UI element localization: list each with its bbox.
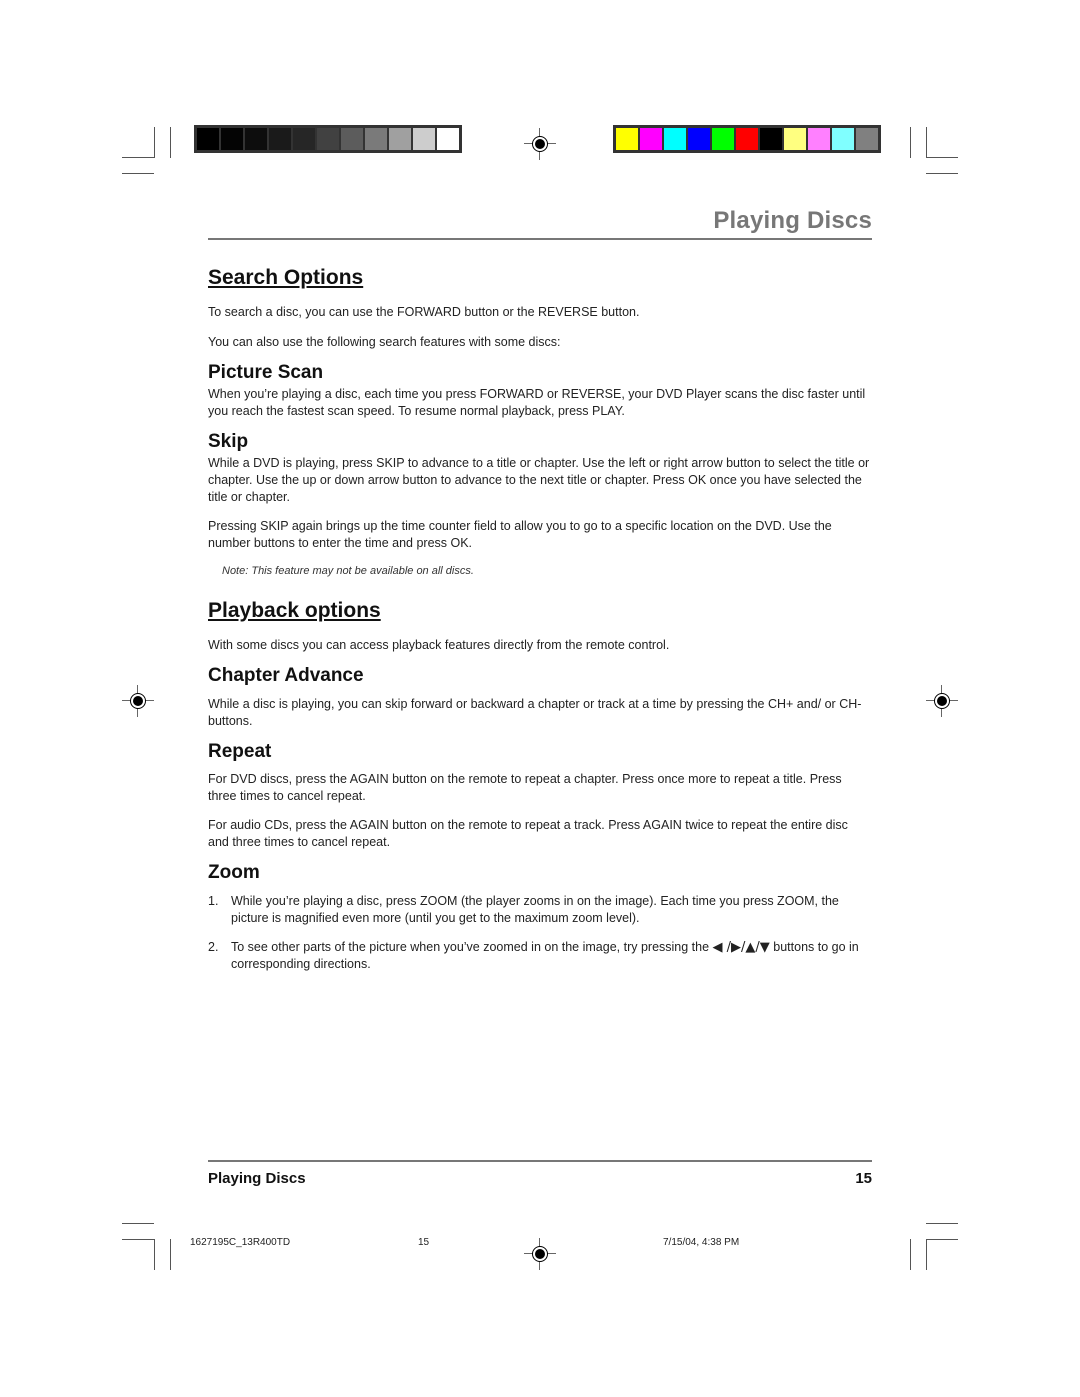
color-swatch [221, 128, 243, 150]
registration-mark-icon [524, 128, 556, 160]
crop-mark [170, 127, 171, 158]
crop-mark [926, 1223, 958, 1224]
footer-title: Playing Discs [208, 1170, 306, 1187]
note: Note: This feature may not be available … [222, 565, 474, 577]
grayscale-color-bar [194, 125, 462, 153]
footer-rule [208, 1160, 872, 1162]
crop-mark [926, 1239, 958, 1240]
color-swatch [832, 128, 854, 150]
list-number: 2. [208, 940, 219, 954]
color-swatch [197, 128, 219, 150]
registration-mark-icon [524, 1238, 556, 1270]
list-text: While you’re playing a disc, press ZOOM … [231, 894, 839, 925]
slug-page: 15 [418, 1237, 430, 1248]
subsection-title-repeat: Repeat [208, 741, 272, 762]
process-color-bar [613, 125, 881, 153]
color-swatch [341, 128, 363, 150]
crop-mark [926, 173, 958, 174]
header-rule [208, 238, 872, 240]
arrow-buttons-icon: ◀ /▶/▲/▼ [712, 940, 770, 955]
paragraph: When you’re playing a disc, each time yo… [208, 387, 866, 418]
color-swatch [269, 128, 291, 150]
color-swatch [856, 128, 878, 150]
crop-mark [926, 1239, 927, 1270]
color-swatch [245, 128, 267, 150]
section-title-search-options: Search Options [208, 266, 364, 289]
paragraph: To search a disc, you can use the FORWAR… [208, 305, 640, 319]
color-swatch [616, 128, 638, 150]
color-swatch [437, 128, 459, 150]
color-swatch [736, 128, 758, 150]
paragraph: For audio CDs, press the AGAIN button on… [208, 818, 848, 849]
subsection-title-picture-scan: Picture Scan [208, 362, 324, 383]
color-swatch [389, 128, 411, 150]
paragraph: For DVD discs, press the AGAIN button on… [208, 772, 842, 803]
list-number: 1. [208, 894, 219, 908]
paragraph: While a DVD is playing, press SKIP to ad… [208, 456, 870, 504]
crop-mark [122, 1223, 154, 1224]
registration-mark-icon [122, 685, 154, 717]
crop-mark [122, 1239, 154, 1240]
registration-mark-icon [926, 685, 958, 717]
color-swatch [808, 128, 830, 150]
slug-date: 7/15/04, 4:38 PM [663, 1237, 740, 1248]
running-title: Playing Discs [713, 207, 872, 234]
color-swatch [784, 128, 806, 150]
crop-mark [170, 1239, 171, 1270]
paragraph: You can also use the following search fe… [208, 335, 561, 349]
subsection-title-chapter-advance: Chapter Advance [208, 665, 364, 686]
slug-job-id: 1627195C_13R400TD [190, 1237, 291, 1248]
subsection-title-skip: Skip [208, 431, 249, 452]
paragraph: Pressing SKIP again brings up the time c… [208, 519, 832, 550]
list-text: To see other parts of the picture when y… [231, 939, 872, 973]
paragraph: While a disc is playing, you can skip fo… [208, 697, 862, 728]
color-swatch [688, 128, 710, 150]
paragraph: With some discs you can access playback … [208, 638, 670, 652]
color-swatch [317, 128, 339, 150]
section-title-playback-options: Playback options [208, 599, 381, 622]
color-swatch [413, 128, 435, 150]
color-swatch [640, 128, 662, 150]
crop-mark [926, 127, 927, 158]
color-swatch [664, 128, 686, 150]
crop-mark [154, 127, 155, 158]
crop-mark [910, 127, 911, 158]
crop-mark [122, 173, 154, 174]
color-swatch [293, 128, 315, 150]
color-swatch [365, 128, 387, 150]
crop-mark [122, 157, 154, 158]
page-number: 15 [855, 1170, 872, 1187]
crop-mark [910, 1239, 911, 1270]
crop-mark [926, 157, 958, 158]
color-swatch [712, 128, 734, 150]
color-swatch [760, 128, 782, 150]
crop-mark [154, 1239, 155, 1270]
list-text-part: To see other parts of the picture when y… [231, 940, 713, 954]
subsection-title-zoom: Zoom [208, 862, 260, 883]
